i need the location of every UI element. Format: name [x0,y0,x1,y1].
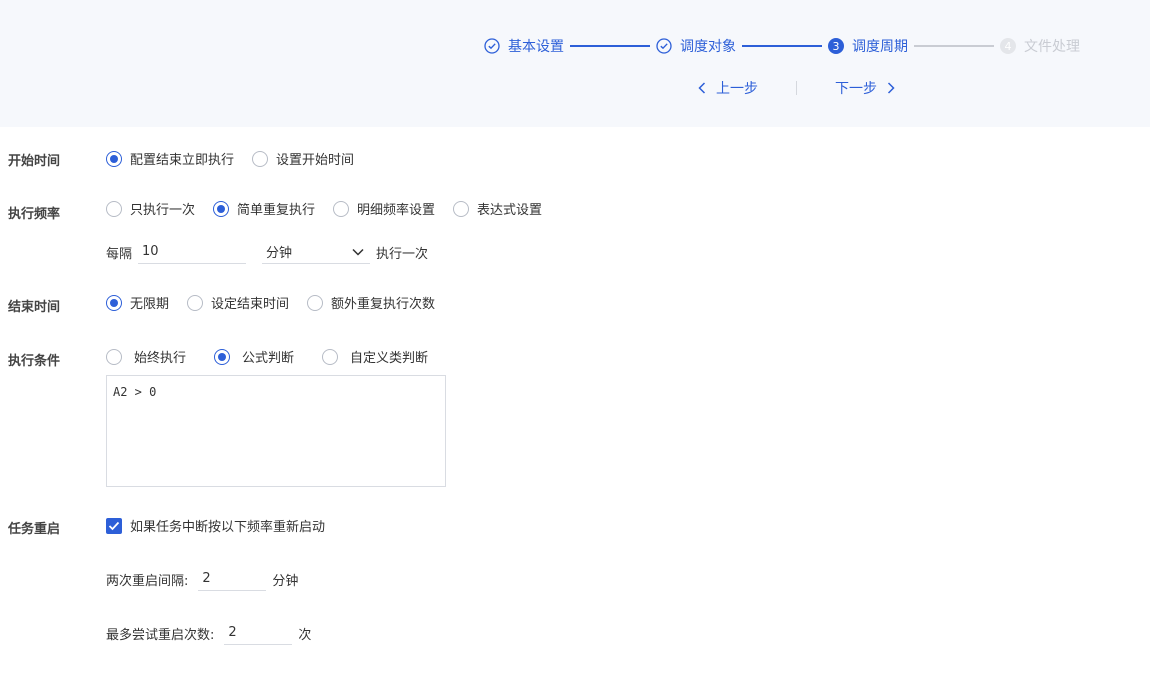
restart-interval-unit: 分钟 [272,573,299,589]
start-time-radio-group: 配置结束立即执行 设置开始时间 [106,149,372,168]
radio-label: 额外重复执行次数 [331,297,436,312]
condition-radio-group: 始终执行 公式判断 自定义类判断 [106,347,446,366]
select-value: 分钟 [266,246,293,261]
prev-step-label: 上一步 [716,81,758,97]
check-circle-icon [484,38,500,54]
radio-label: 配置结束立即执行 [130,153,235,168]
radio-label: 只执行一次 [130,203,196,218]
step-connector [570,45,650,47]
radio-label: 设定结束时间 [211,297,290,312]
end-time-label: 结束时间 [8,300,61,315]
radio-set-start-time[interactable]: 设置开始时间 [252,149,354,168]
check-circle-icon [656,38,672,54]
interval-value-input[interactable] [138,240,247,264]
step-connector [914,45,994,47]
chevron-down-icon [352,248,364,256]
frequency-label: 执行频率 [8,207,61,222]
radio-extra-repeat-count[interactable]: 额外重复执行次数 [307,293,435,312]
chevron-left-icon [698,82,706,94]
end-time-radio-group: 无限期 设定结束时间 额外重复执行次数 [106,293,453,312]
restart-interval-label: 两次重启间隔: [106,573,189,589]
radio-run-once[interactable]: 只执行一次 [106,199,195,218]
step-label: 调度对象 [680,39,736,55]
restart-interval-row: 两次重启间隔: 分钟 [106,567,298,591]
restart-checkbox[interactable]: 如果任务中断按以下频率重新启动 [106,516,325,535]
radio-custom-class[interactable]: 自定义类判断 [322,347,428,366]
condition-label: 执行条件 [8,354,61,369]
step-file-processing[interactable]: 4 文件处理 [1000,36,1080,56]
radio-simple-repeat[interactable]: 简单重复执行 [213,199,315,218]
step-label: 文件处理 [1024,39,1080,55]
radio-label: 简单重复执行 [237,203,316,218]
nav-divider [796,81,797,95]
restart-max-unit: 次 [298,627,312,643]
prev-step-button[interactable]: 上一步 [698,78,758,98]
step-schedule-period[interactable]: 3 调度周期 [828,36,908,56]
step-number-badge: 3 [828,38,844,54]
step-label: 调度周期 [852,39,908,55]
radio-always-run[interactable]: 始终执行 [106,347,186,366]
radio-set-end-time[interactable]: 设定结束时间 [187,293,289,312]
step-label: 基本设置 [508,39,564,55]
interval-row: 每隔 分钟 执行一次 [106,240,428,264]
formula-editor[interactable]: A2 > 0 [106,375,446,487]
radio-expression[interactable]: 表达式设置 [453,199,542,218]
restart-checkbox-label: 如果任务中断按以下频率重新启动 [130,520,326,535]
step-connector [742,45,822,47]
checkbox-checked-icon [106,517,122,534]
chevron-right-icon [887,82,895,94]
restart-interval-input[interactable] [198,567,267,591]
interval-suffix: 执行一次 [376,246,429,262]
radio-label: 自定义类判断 [350,351,429,366]
radio-no-end[interactable]: 无限期 [106,293,169,312]
step-basic-settings[interactable]: 基本设置 [484,36,564,56]
start-time-label: 开始时间 [8,154,61,169]
radio-formula[interactable]: 公式判断 [214,347,294,366]
wizard-nav: 上一步 下一步 [698,78,895,98]
radio-label: 始终执行 [134,351,187,366]
radio-label: 明细频率设置 [357,203,436,218]
next-step-button[interactable]: 下一步 [835,78,895,98]
radio-detailed-frequency[interactable]: 明细频率设置 [333,199,435,218]
frequency-radio-group: 只执行一次 简单重复执行 明细频率设置 表达式设置 [106,199,560,218]
interval-unit-select[interactable]: 分钟 [262,240,371,264]
radio-label: 无限期 [130,297,170,312]
restart-max-row: 最多尝试重启次数: 次 [106,621,311,645]
stepper: 基本设置 调度对象 3 调度周期 4 文件处理 [484,36,1080,56]
restart-max-input[interactable] [224,621,293,645]
every-prefix: 每隔 [106,246,133,262]
wizard-header: 基本设置 调度对象 3 调度周期 4 文件处理 上一步 下一步 [0,0,1150,127]
radio-label: 设置开始时间 [276,153,355,168]
radio-start-immediately[interactable]: 配置结束立即执行 [106,149,234,168]
next-step-label: 下一步 [835,81,877,97]
restart-max-label: 最多尝试重启次数: [106,627,215,643]
radio-label: 表达式设置 [477,203,543,218]
step-number-badge: 4 [1000,38,1016,54]
restart-label: 任务重启 [8,522,61,537]
step-schedule-object[interactable]: 调度对象 [656,36,736,56]
radio-label: 公式判断 [242,351,295,366]
